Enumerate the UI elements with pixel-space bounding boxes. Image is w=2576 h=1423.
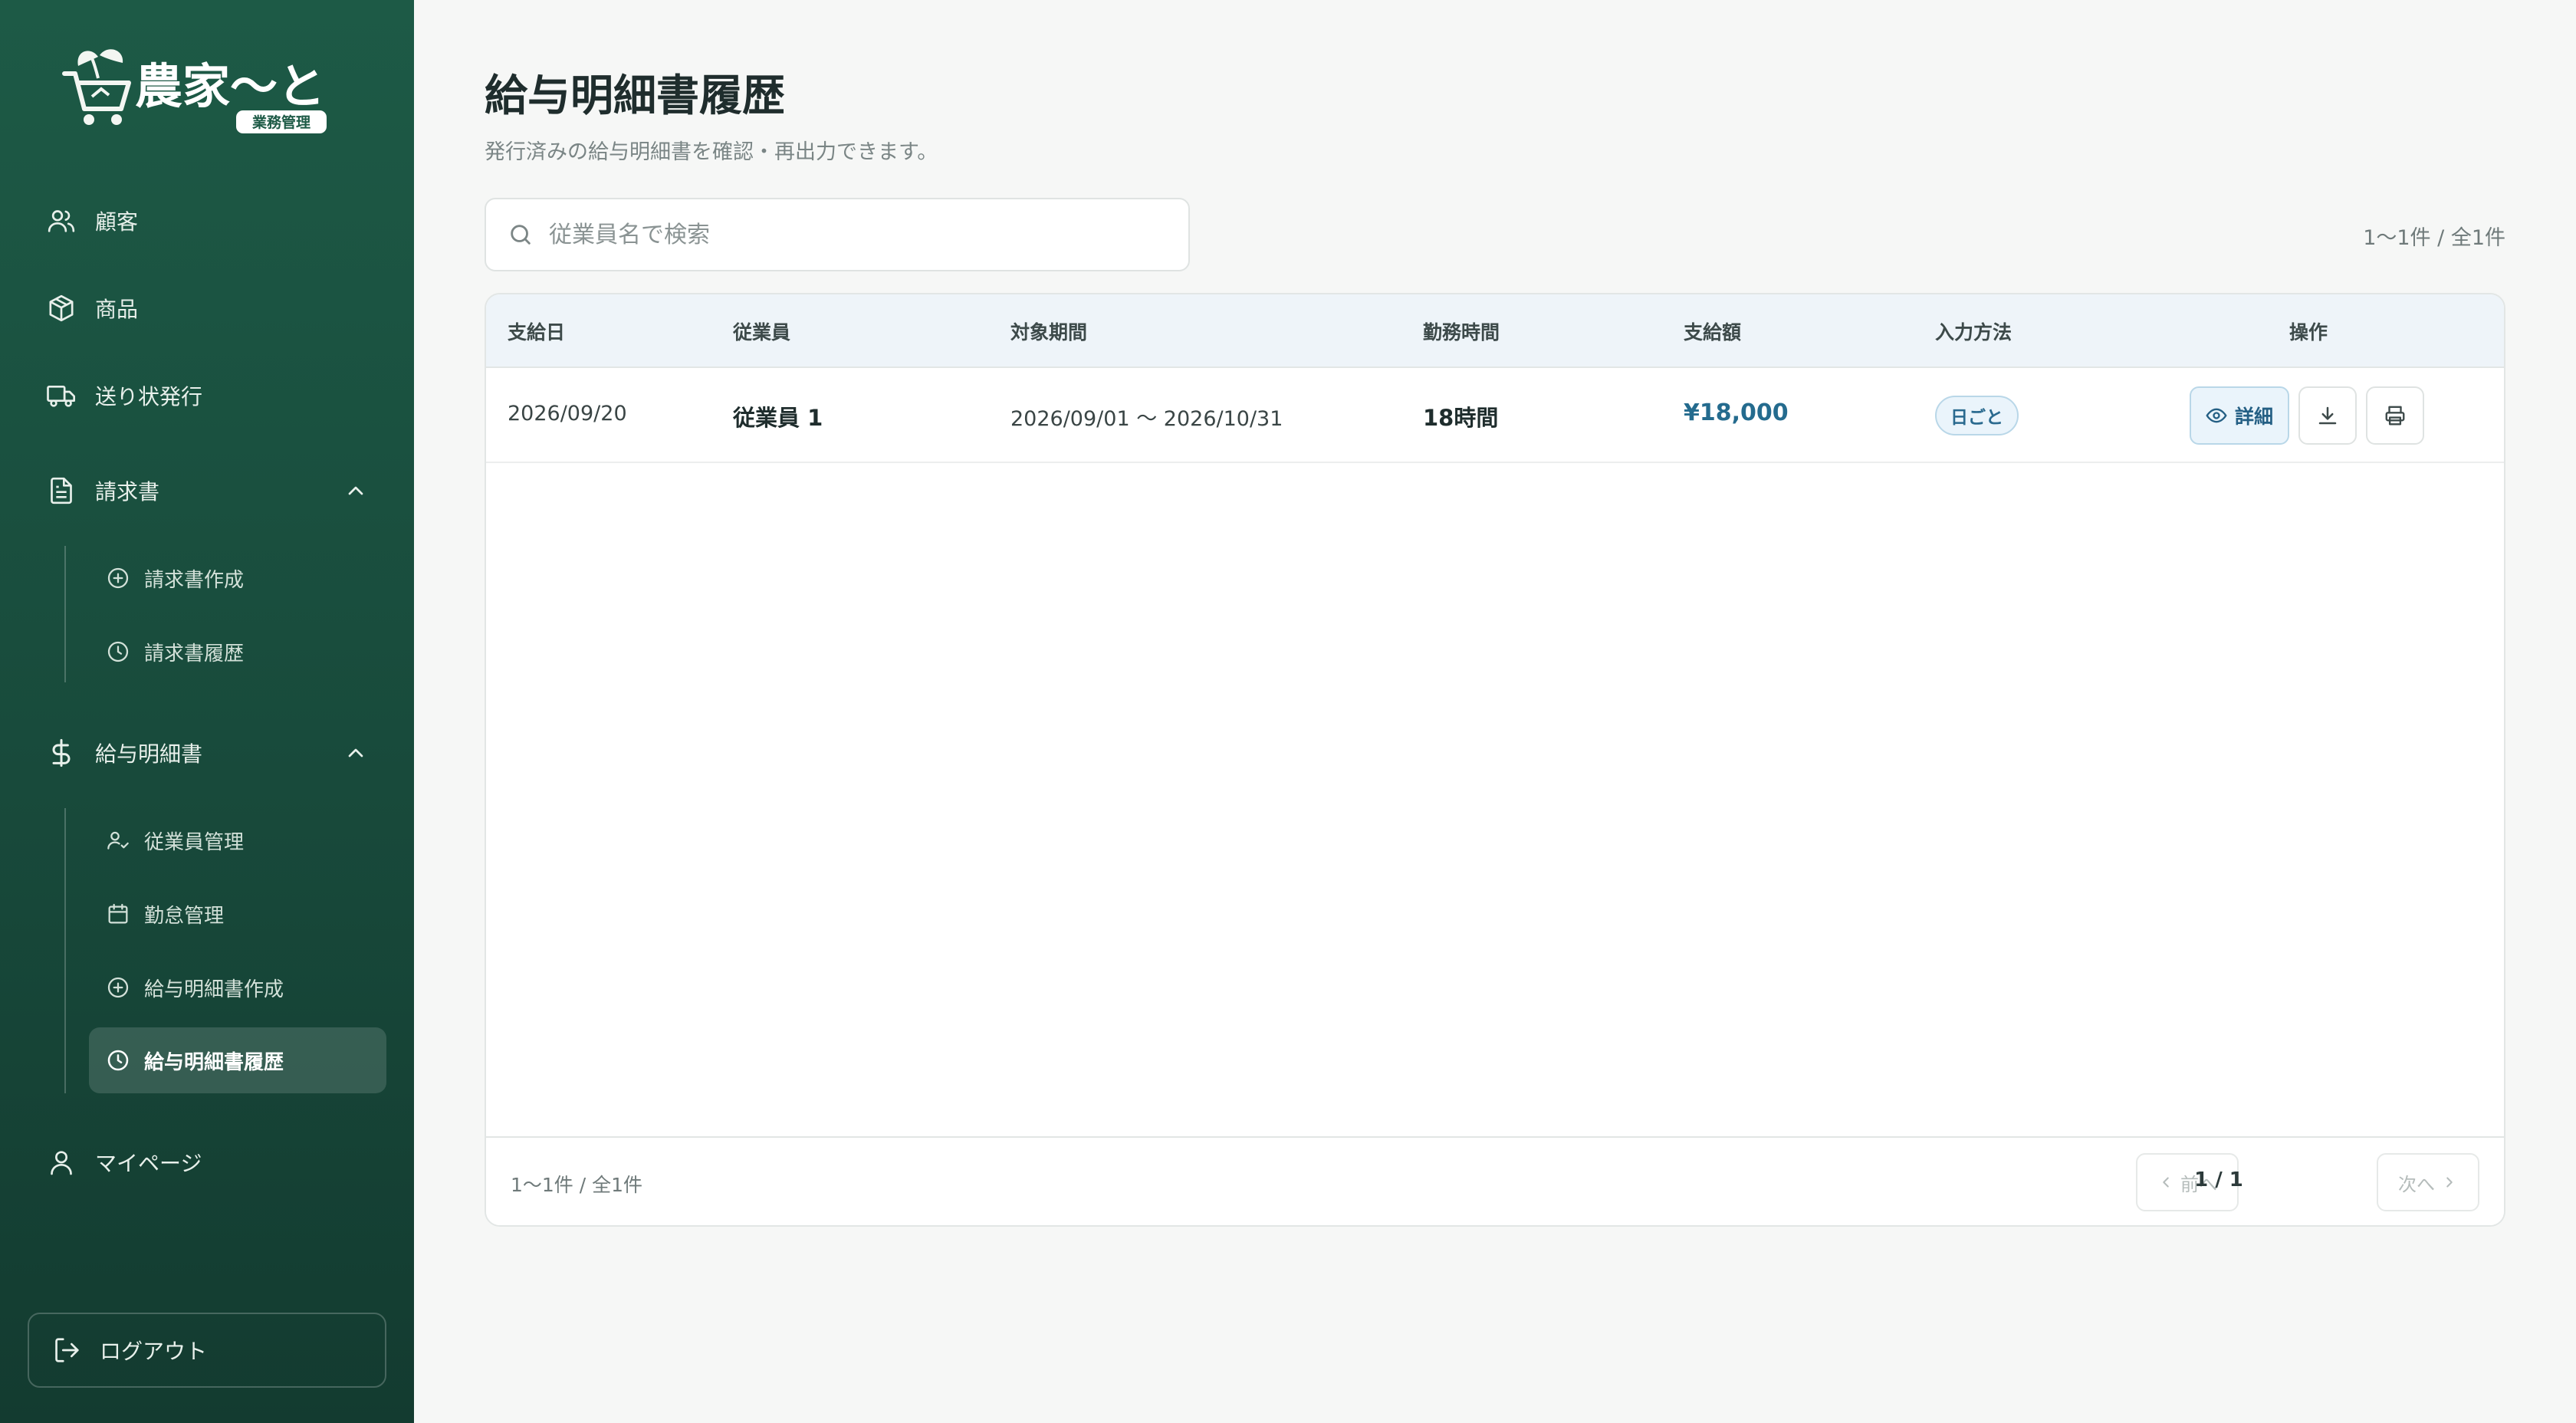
sidebar-item-mypage[interactable]: マイページ — [46, 1132, 368, 1193]
sidebar-item-label: マイページ — [95, 1151, 202, 1176]
sidebar-item-shipping-label[interactable]: 送り状発行 — [46, 365, 368, 426]
sidebar-item-label: 給与明細書 — [95, 741, 203, 767]
cell-period: 2026/09/01 〜 2026/10/31 — [1010, 407, 1283, 431]
sidebar-item-invoices[interactable]: 請求書 — [46, 460, 368, 521]
sidebar-item-label: 請求書履歴 — [144, 642, 245, 665]
sidebar-item-employee-management[interactable]: 従業員管理 — [89, 808, 386, 873]
brand-tag: 業務管理 — [251, 113, 310, 131]
detail-button-label: 詳細 — [2234, 406, 2273, 428]
plus-circle-icon — [106, 566, 130, 590]
sidebar-item-label: 顧客 — [95, 209, 139, 235]
brand-name: 農家〜と — [135, 58, 325, 114]
chevron-left-icon — [2163, 1177, 2169, 1188]
chevron-right-icon — [2446, 1177, 2453, 1188]
detail-button[interactable]: 詳細 — [2190, 386, 2289, 445]
sidebar-item-label: 勤怠管理 — [144, 904, 225, 928]
table-header: 支給日 従業員 対象期間 勤務時間 支給額 入力方法 操作 — [486, 294, 2504, 368]
submenu-guide-line — [64, 546, 66, 682]
dollar-icon — [46, 738, 77, 768]
search-box — [485, 198, 1190, 271]
sidebar-item-label: 送り状発行 — [95, 384, 203, 409]
clock-icon — [106, 639, 130, 664]
logout-icon — [52, 1336, 81, 1365]
sidebar-item-attendance[interactable]: 勤怠管理 — [89, 882, 386, 946]
table-row[interactable]: 2026/09/20 従業員 1 2026/09/01 〜 2026/10/31… — [486, 368, 2504, 463]
column-header-employee[interactable]: 従業員 — [733, 317, 790, 345]
sidebar-item-payslips[interactable]: 給与明細書 — [46, 722, 368, 784]
next-page-button[interactable]: 次へ — [2377, 1153, 2479, 1211]
sidebar-item-label: 請求書 — [95, 479, 160, 504]
page-subtitle: 発行済みの給与明細書を確認・再出力できます。 — [485, 140, 938, 164]
page-indicator: 1 / 1 — [2194, 1168, 2243, 1191]
search-input[interactable] — [549, 221, 1162, 248]
result-count: 1〜1件 / 全1件 — [2363, 226, 2505, 250]
sidebar-item-label: 給与明細書履歴 — [144, 1050, 284, 1074]
sidebar-item-invoice-history[interactable]: 請求書履歴 — [89, 619, 386, 684]
table-footer: 1〜1件 / 全1件 前へ 1 / 1 次へ — [486, 1136, 2504, 1225]
download-icon — [2318, 406, 2337, 425]
sidebar-item-payslip-create[interactable]: 給与明細書作成 — [89, 955, 386, 1020]
input-method-badge: 日ごと — [1935, 396, 2019, 435]
sidebar: 農家〜と 業務管理 顧客 商品 送り状発行 請求書 請求書作成 請求書履歴 給与… — [0, 0, 414, 1423]
sidebar-item-invoice-create[interactable]: 請求書作成 — [89, 546, 386, 610]
user-icon — [46, 1147, 77, 1178]
column-header-hours[interactable]: 勤務時間 — [1423, 317, 1500, 345]
printer-icon — [2385, 406, 2405, 426]
sidebar-item-label: 従業員管理 — [144, 830, 245, 854]
chevron-up-icon[interactable] — [343, 478, 368, 503]
cell-hours: 18時間 — [1423, 405, 1499, 431]
logout-label: ログアウト — [100, 1339, 208, 1364]
user-check-icon — [106, 828, 130, 853]
page-title: 給与明細書履歴 — [485, 71, 785, 121]
cell-amount: ¥18,000 — [1684, 399, 1789, 426]
payslip-table: 支給日 従業員 対象期間 勤務時間 支給額 入力方法 操作 2026/09/20… — [485, 293, 2505, 1227]
next-page-label: 次へ — [2398, 1173, 2435, 1195]
sidebar-item-label: 請求書作成 — [144, 568, 245, 592]
column-header-actions: 操作 — [2289, 321, 2328, 343]
sidebar-item-label: 給与明細書作成 — [144, 978, 284, 1001]
column-header-amount[interactable]: 支給額 — [1684, 317, 1741, 345]
logout-button[interactable]: ログアウト — [28, 1313, 386, 1388]
cell-pay-date: 2026/09/20 — [508, 402, 627, 426]
clock-icon — [106, 1048, 130, 1073]
print-button[interactable] — [2366, 386, 2424, 445]
column-header-input-method[interactable]: 入力方法 — [1935, 317, 2012, 345]
submenu-guide-line — [64, 808, 66, 1093]
cell-employee: 従業員 1 — [733, 405, 823, 431]
chevron-up-icon[interactable] — [343, 741, 368, 765]
package-icon — [46, 293, 77, 324]
truck-icon — [46, 380, 77, 411]
result-count-footer: 1〜1件 / 全1件 — [511, 1174, 643, 1196]
file-text-icon — [46, 475, 77, 506]
calendar-icon — [106, 902, 130, 926]
sidebar-item-label: 商品 — [95, 297, 139, 322]
search-icon — [508, 222, 534, 248]
brand-logo-graphic: 農家〜と 業務管理 — [62, 49, 327, 133]
plus-circle-icon — [106, 975, 130, 1000]
column-header-pay-date[interactable]: 支給日 — [508, 317, 565, 345]
eye-icon — [2206, 405, 2227, 426]
column-header-period[interactable]: 対象期間 — [1010, 317, 1087, 345]
brand-logo[interactable]: 農家〜と 業務管理 — [61, 43, 337, 135]
users-icon — [46, 205, 77, 236]
sidebar-item-payslip-history[interactable]: 給与明細書履歴 — [89, 1027, 386, 1093]
sidebar-item-products[interactable]: 商品 — [46, 278, 368, 339]
download-button[interactable] — [2298, 386, 2357, 445]
sidebar-item-customers[interactable]: 顧客 — [46, 190, 368, 251]
